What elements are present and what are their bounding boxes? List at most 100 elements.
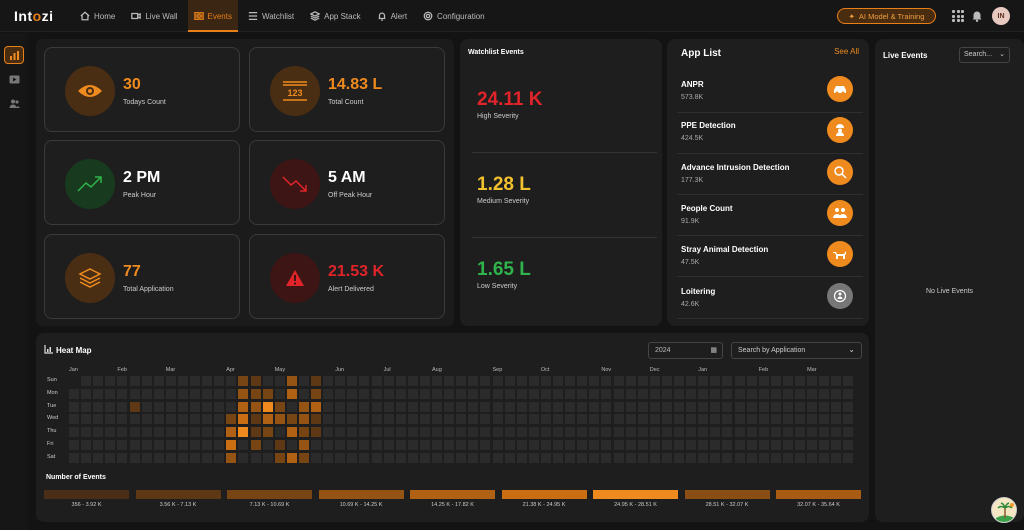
heatmap-cell[interactable] — [153, 388, 164, 399]
heatmap-cell[interactable] — [649, 376, 660, 386]
heatmap-cell[interactable] — [734, 401, 745, 412]
heatmap-cell[interactable] — [492, 427, 503, 438]
heatmap-cell[interactable] — [432, 388, 442, 399]
heatmap-cell[interactable] — [383, 401, 394, 412]
heatmap-cell[interactable] — [141, 452, 152, 463]
heatmap-cell[interactable] — [129, 414, 140, 425]
heatmap-cell[interactable] — [540, 414, 551, 425]
heatmap-cell[interactable] — [444, 388, 455, 399]
heatmap-cell[interactable] — [419, 376, 430, 386]
heatmap-cell[interactable] — [504, 414, 515, 425]
heatmap-cell[interactable] — [674, 376, 684, 386]
app-item-people-count[interactable]: People Count 91.9K — [681, 200, 859, 244]
app-item-ppe-detection[interactable]: PPE Detection 424.5K — [681, 117, 859, 161]
heatmap-cell[interactable] — [93, 376, 104, 386]
heatmap-cell[interactable] — [492, 401, 503, 412]
heatmap-cell[interactable] — [577, 452, 588, 463]
heatmap-cell[interactable] — [407, 440, 418, 450]
heatmap-cell[interactable] — [613, 388, 624, 399]
heatmap-cell[interactable] — [722, 427, 733, 438]
heatmap-cell[interactable] — [117, 414, 128, 425]
heatmap-cell[interactable] — [69, 427, 79, 438]
heatmap-cell[interactable] — [419, 388, 430, 399]
heatmap-cell[interactable] — [843, 440, 854, 450]
heatmap-cell[interactable] — [770, 427, 781, 438]
heatmap-cell[interactable] — [117, 388, 128, 399]
heatmap-cell[interactable] — [177, 452, 188, 463]
heatmap-cell[interactable] — [710, 440, 721, 450]
heatmap-cell[interactable] — [504, 440, 515, 450]
heatmap-cell[interactable] — [81, 376, 92, 386]
heatmap-cell[interactable] — [819, 401, 830, 412]
heatmap-cell[interactable] — [177, 414, 188, 425]
heatmap-cell[interactable] — [202, 440, 213, 450]
heatmap-cell[interactable] — [359, 388, 370, 399]
heatmap-cell[interactable] — [601, 388, 612, 399]
heatmap-cell[interactable] — [371, 452, 382, 463]
heatmap-cell[interactable] — [819, 376, 830, 386]
heatmap-cell[interactable] — [480, 414, 491, 425]
heatmap-cell[interactable] — [407, 427, 418, 438]
heatmap-cell[interactable] — [819, 388, 830, 399]
heatmap-cell[interactable] — [456, 440, 467, 450]
heatmap-cell[interactable] — [444, 414, 455, 425]
heatmap-cell[interactable] — [444, 401, 455, 412]
heatmap-cell[interactable] — [782, 376, 793, 386]
heatmap-cell[interactable] — [807, 388, 818, 399]
heatmap-cell[interactable] — [190, 452, 200, 463]
heatmap-cell[interactable] — [347, 388, 358, 399]
heatmap-cell[interactable] — [311, 452, 321, 463]
heatmap-cell[interactable] — [831, 414, 842, 425]
heatmap-cell[interactable] — [286, 414, 297, 425]
heatmap-cell[interactable] — [795, 376, 805, 386]
heatmap-cell[interactable] — [843, 414, 854, 425]
heatmap-cell[interactable] — [117, 440, 128, 450]
heatmap-cell[interactable] — [105, 376, 116, 386]
heatmap-cell[interactable] — [105, 388, 116, 399]
heatmap-cell[interactable] — [480, 452, 491, 463]
heatmap-cell[interactable] — [843, 401, 854, 412]
heatmap-cell[interactable] — [298, 388, 309, 399]
heatmap-cell[interactable] — [625, 376, 636, 386]
heatmap-cell[interactable] — [589, 440, 600, 450]
heatmap-cell[interactable] — [153, 376, 164, 386]
app-item-anpr[interactable]: ANPR 573.8K — [681, 76, 859, 120]
stat-card-total-count[interactable]: 123 14.83 L Total Count — [249, 47, 445, 132]
heatmap-cell[interactable] — [577, 376, 588, 386]
heatmap-cell[interactable] — [843, 452, 854, 463]
bell-icon[interactable] — [971, 9, 983, 22]
heatmap-cell[interactable] — [722, 401, 733, 412]
heatmap-cell[interactable] — [758, 401, 769, 412]
heatmap-cell[interactable] — [347, 401, 358, 412]
heatmap-cell[interactable] — [770, 376, 781, 386]
heatmap-cell[interactable] — [298, 452, 309, 463]
heatmap-cell[interactable] — [298, 414, 309, 425]
heatmap-cell[interactable] — [746, 401, 757, 412]
heatmap-cell[interactable] — [674, 440, 684, 450]
heatmap-cell[interactable] — [153, 452, 164, 463]
heatmap-cell[interactable] — [758, 414, 769, 425]
heatmap-cell[interactable] — [456, 376, 467, 386]
heatmap-cell[interactable] — [81, 414, 92, 425]
heatmap-cell[interactable] — [782, 440, 793, 450]
heatmap-cell[interactable] — [383, 414, 394, 425]
heatmap-cell[interactable] — [93, 414, 104, 425]
heatmap-cell[interactable] — [661, 427, 672, 438]
heatmap-cell[interactable] — [153, 414, 164, 425]
heatmap-cell[interactable] — [93, 388, 104, 399]
heatmap-cell[interactable] — [335, 376, 346, 386]
heatmap-cell[interactable] — [286, 440, 297, 450]
heatmap-cell[interactable] — [407, 414, 418, 425]
heatmap-cell[interactable] — [504, 452, 515, 463]
heatmap-cell[interactable] — [323, 427, 334, 438]
heatmap-cell[interactable] — [686, 388, 697, 399]
heatmap-cell[interactable] — [419, 401, 430, 412]
heatmap-cell[interactable] — [298, 376, 309, 386]
heatmap-cell[interactable] — [202, 376, 213, 386]
heatmap-cell[interactable] — [468, 427, 479, 438]
heatmap-cell[interactable] — [710, 452, 721, 463]
heatmap-cell[interactable] — [81, 388, 92, 399]
heatmap-cell[interactable] — [686, 401, 697, 412]
heatmap-cell[interactable] — [432, 440, 442, 450]
heatmap-cell[interactable] — [323, 376, 334, 386]
